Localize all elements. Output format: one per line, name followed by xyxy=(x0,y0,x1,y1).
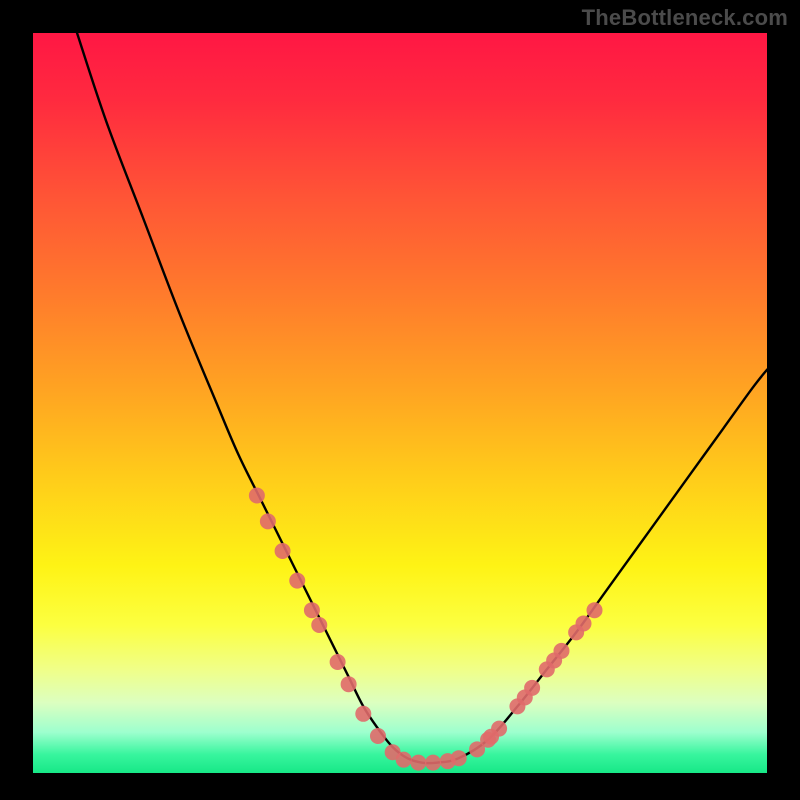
data-marker xyxy=(576,616,592,632)
data-marker xyxy=(260,513,276,529)
data-marker xyxy=(249,488,265,504)
plot-area xyxy=(33,33,767,773)
data-marker xyxy=(451,750,467,766)
data-marker xyxy=(587,602,603,618)
data-marker xyxy=(425,755,441,771)
data-marker xyxy=(396,752,412,768)
data-marker xyxy=(491,721,507,737)
data-marker xyxy=(370,728,386,744)
data-marker xyxy=(330,654,346,670)
data-marker xyxy=(311,617,327,633)
data-marker xyxy=(355,706,371,722)
data-marker xyxy=(341,676,357,692)
data-marker xyxy=(410,755,426,771)
data-marker xyxy=(524,680,540,696)
bottleneck-curve xyxy=(77,33,767,763)
data-marker xyxy=(304,602,320,618)
data-marker xyxy=(289,573,305,589)
data-marker xyxy=(275,543,291,559)
chart-svg xyxy=(33,33,767,773)
chart-stage: TheBottleneck.com xyxy=(0,0,800,800)
data-marker xyxy=(553,643,569,659)
watermark-label: TheBottleneck.com xyxy=(582,5,788,31)
